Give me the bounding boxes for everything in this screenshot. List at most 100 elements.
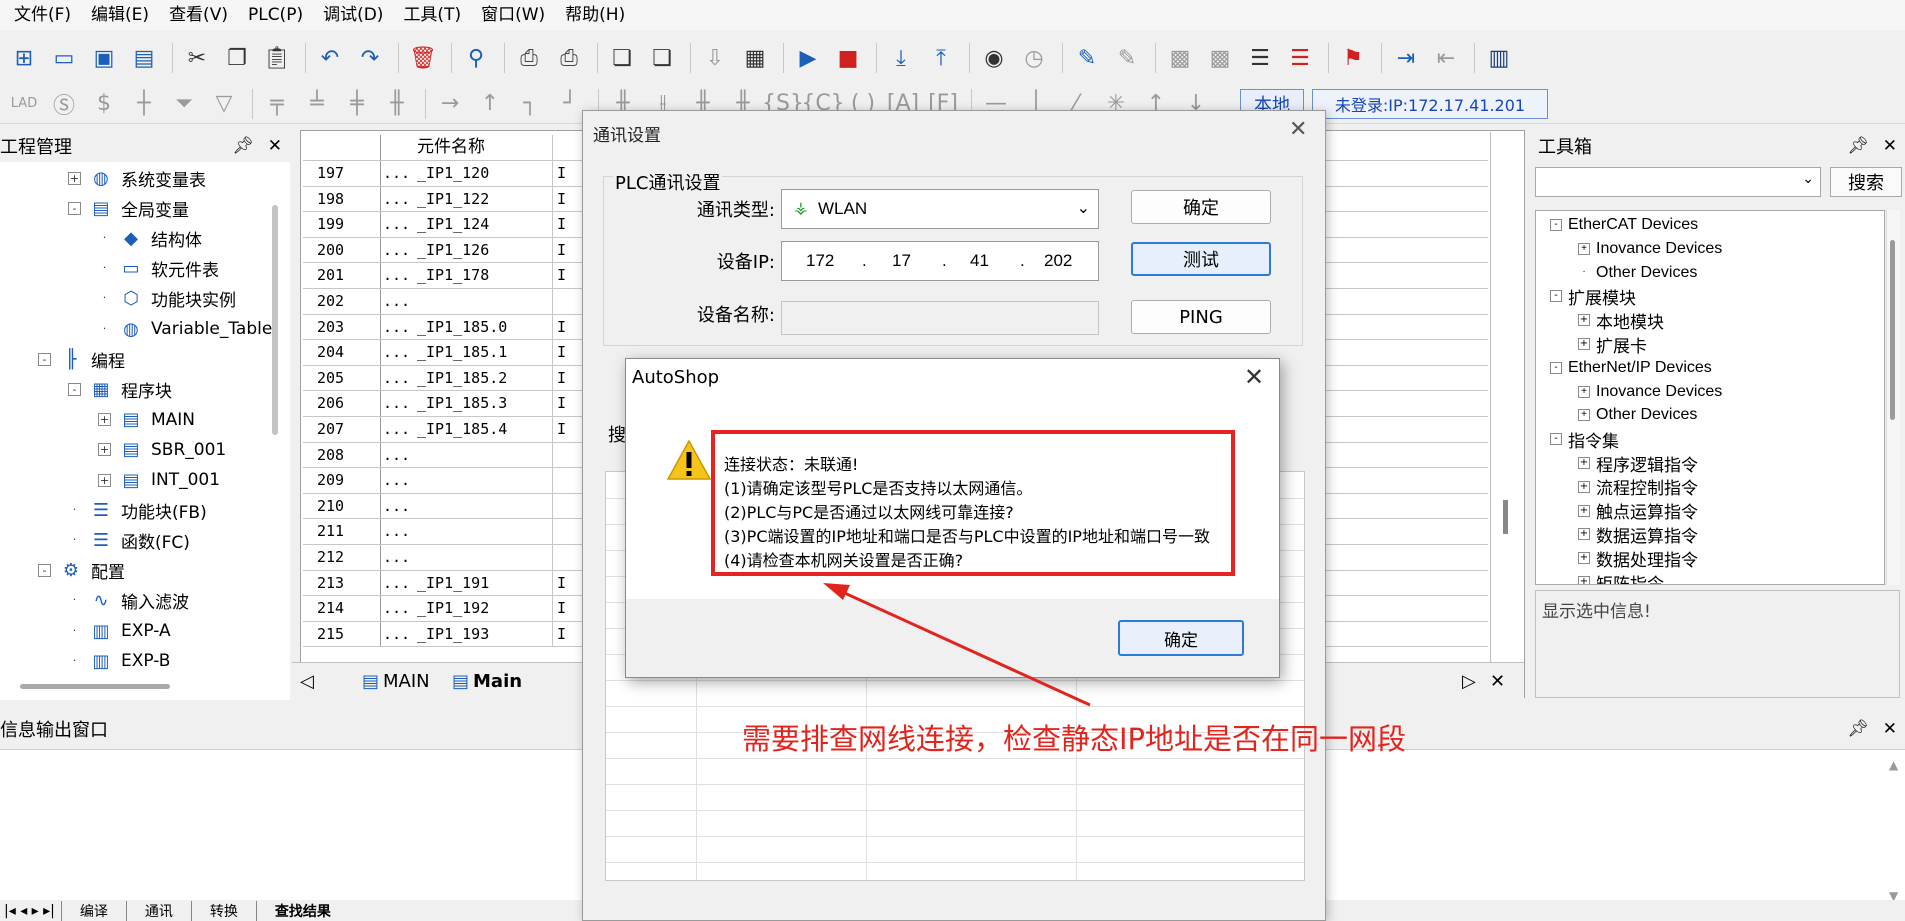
toolbox-tree-item[interactable]: · Other Devices	[1578, 261, 1697, 285]
compile-icon[interactable]: ▦	[737, 41, 773, 75]
collapse-icon[interactable]: -	[1550, 290, 1562, 303]
project-tree-item[interactable]: · ◆ 结构体	[98, 224, 202, 252]
toolbox-tree-item[interactable]: + 矩阵指令	[1578, 570, 1664, 584]
test-button[interactable]: 测试	[1131, 242, 1271, 276]
expand-icon[interactable]: +	[1578, 480, 1590, 493]
row-expander[interactable]: ...	[381, 238, 413, 263]
vline-icon[interactable]: ↑	[472, 87, 508, 121]
lad-icon[interactable]: LAD	[6, 87, 42, 121]
element-name-cell[interactable]	[413, 442, 553, 468]
st-icon[interactable]: $	[86, 87, 122, 121]
branch-close-icon[interactable]: ╧	[299, 87, 335, 121]
timer-icon[interactable]: ◷	[1016, 41, 1052, 75]
project-tree-item[interactable]: · ▥ EXP-A	[68, 617, 171, 645]
row-number[interactable]: 197	[303, 161, 381, 186]
project-tree-item[interactable]: · ▥ EXP-B	[68, 647, 171, 675]
toolbox-tree-item[interactable]: - EtherNet/IP Devices	[1550, 356, 1712, 380]
row-number[interactable]: 206	[303, 391, 381, 416]
close-icon[interactable]: ✕	[1289, 117, 1307, 142]
expand-icon[interactable]: +	[1578, 242, 1590, 255]
row-number[interactable]: 211	[303, 519, 381, 544]
close-icon[interactable]: ✕	[1883, 719, 1897, 739]
toolbox-tree-item[interactable]: + 程序逻辑指令	[1578, 451, 1698, 476]
project-tree-item[interactable]: - ╟ 编程	[38, 345, 125, 373]
col-element-name[interactable]: 元件名称	[413, 135, 553, 160]
element-name-cell[interactable]: _IP1_193	[413, 621, 553, 647]
ping-button[interactable]: PING	[1131, 300, 1271, 334]
expand-icon[interactable]: +	[1578, 409, 1590, 422]
print-preview-icon[interactable]: ⎙	[511, 41, 547, 75]
element-name-cell[interactable]	[413, 493, 553, 519]
tab-convert[interactable]: 转换	[190, 900, 256, 921]
row-number[interactable]: 208	[303, 442, 381, 468]
row-number[interactable]: 214	[303, 596, 381, 621]
row-number[interactable]: 209	[303, 468, 381, 493]
pin-icon[interactable]: 📌︎	[1847, 719, 1869, 739]
force-off-icon[interactable]: ▩	[1202, 41, 1238, 75]
toolbox-tree-item[interactable]: - 指令集	[1550, 427, 1619, 452]
row-number[interactable]: 203	[303, 314, 381, 340]
toolbox-tree-item[interactable]: - 扩展模块	[1550, 284, 1636, 309]
element-name-cell[interactable]: _IP1_185.3	[413, 391, 553, 416]
row-expander[interactable]: ...	[381, 289, 413, 314]
row-expander[interactable]: ...	[381, 391, 413, 416]
row-number[interactable]: 202	[303, 289, 381, 314]
reset-icon[interactable]: ☰	[1282, 41, 1318, 75]
download-icon[interactable]: ⤓	[883, 41, 919, 75]
expand-icon[interactable]: +	[1578, 576, 1590, 584]
project-tree-item[interactable]: · ◍ Variable_Table	[98, 315, 273, 343]
undo-icon[interactable]: ↶	[312, 41, 348, 75]
element-name-cell[interactable]: _IP1_122	[413, 186, 553, 212]
save-all-icon[interactable]: ▤	[126, 41, 162, 75]
collapse-icon[interactable]: -	[1550, 433, 1562, 446]
edit-icon[interactable]: ✎	[1109, 41, 1145, 75]
login-status-field[interactable]: 未登录:IP:172.17.41.201	[1312, 89, 1548, 119]
comm-type-select[interactable]: ⚶ WLAN ⌄	[781, 189, 1099, 229]
msgbox-ok-button[interactable]: 确定	[1118, 620, 1244, 656]
collapse-icon[interactable]: -	[1550, 219, 1562, 231]
tab-main-active[interactable]: ▤ Main	[452, 663, 522, 699]
element-name-cell[interactable]: _IP1_124	[413, 212, 553, 237]
ip-address-field[interactable]: 172 . 17 . 41 . 202	[781, 241, 1099, 281]
row-expander[interactable]: ...	[381, 187, 413, 212]
force-on-icon[interactable]: ▩	[1162, 41, 1198, 75]
arrow-down-outline-icon[interactable]: ▽	[206, 87, 242, 121]
element-name-cell[interactable]: _IP1_120	[413, 161, 553, 186]
menu-plc[interactable]: PLC(P)	[238, 0, 313, 30]
element-name-cell[interactable]: _IP1_192	[413, 596, 553, 621]
scroll-up-icon[interactable]: ▲	[1889, 758, 1898, 772]
expand-icon[interactable]: +	[1578, 385, 1590, 398]
project-tree-item[interactable]: - ▦ 程序块	[68, 375, 172, 403]
close-icon[interactable]: ✕	[268, 136, 282, 156]
element-name-cell[interactable]: _IP1_185.0	[413, 314, 553, 340]
panel-icon[interactable]: ▥	[1481, 41, 1517, 75]
row-number[interactable]: 201	[303, 263, 381, 288]
project-tree-item[interactable]: · ▭ 软元件表	[98, 255, 219, 283]
login-icon[interactable]: ⇥	[1388, 41, 1424, 75]
expand-icon[interactable]: +	[1578, 552, 1590, 565]
contact-cross-icon[interactable]: ┼	[126, 87, 162, 121]
cut-icon[interactable]: ✂	[179, 41, 215, 75]
tab-scroll-right-icon[interactable]: ▷	[1462, 663, 1476, 699]
expand-icon[interactable]: +	[1578, 504, 1590, 517]
upload-icon[interactable]: ⤒	[923, 41, 959, 75]
row-number[interactable]: 212	[303, 545, 381, 570]
expand-icon[interactable]: +	[1578, 528, 1590, 541]
message-scrollbar[interactable]: ▲ ▼	[1889, 758, 1901, 903]
toolbox-tree-item[interactable]: + 流程控制指令	[1578, 475, 1698, 499]
toolbox-tree-item[interactable]: + 扩展卡	[1578, 332, 1647, 357]
project-tree-item[interactable]: - ▤ 全局变量	[68, 194, 189, 222]
project-tree-item[interactable]: - ⚙ 配置	[38, 557, 125, 585]
row-number[interactable]: 207	[303, 417, 381, 442]
delete-icon[interactable]: 🗑︎	[405, 41, 441, 75]
row-expander[interactable]: ...	[381, 545, 413, 570]
element-name-cell[interactable]: _IP1_191	[413, 570, 553, 596]
row-expander[interactable]: ...	[381, 212, 413, 237]
scrollbar-thumb[interactable]	[1890, 240, 1895, 420]
row-expander[interactable]: ...	[381, 417, 413, 442]
window-alt-icon[interactable]: ❏	[644, 41, 680, 75]
project-tree-item[interactable]: + ◍ 系统变量表	[68, 164, 206, 192]
row-expander[interactable]: ...	[381, 161, 413, 186]
print-icon[interactable]: ⎙	[551, 41, 587, 75]
paste-icon[interactable]: 📋︎	[259, 41, 295, 75]
